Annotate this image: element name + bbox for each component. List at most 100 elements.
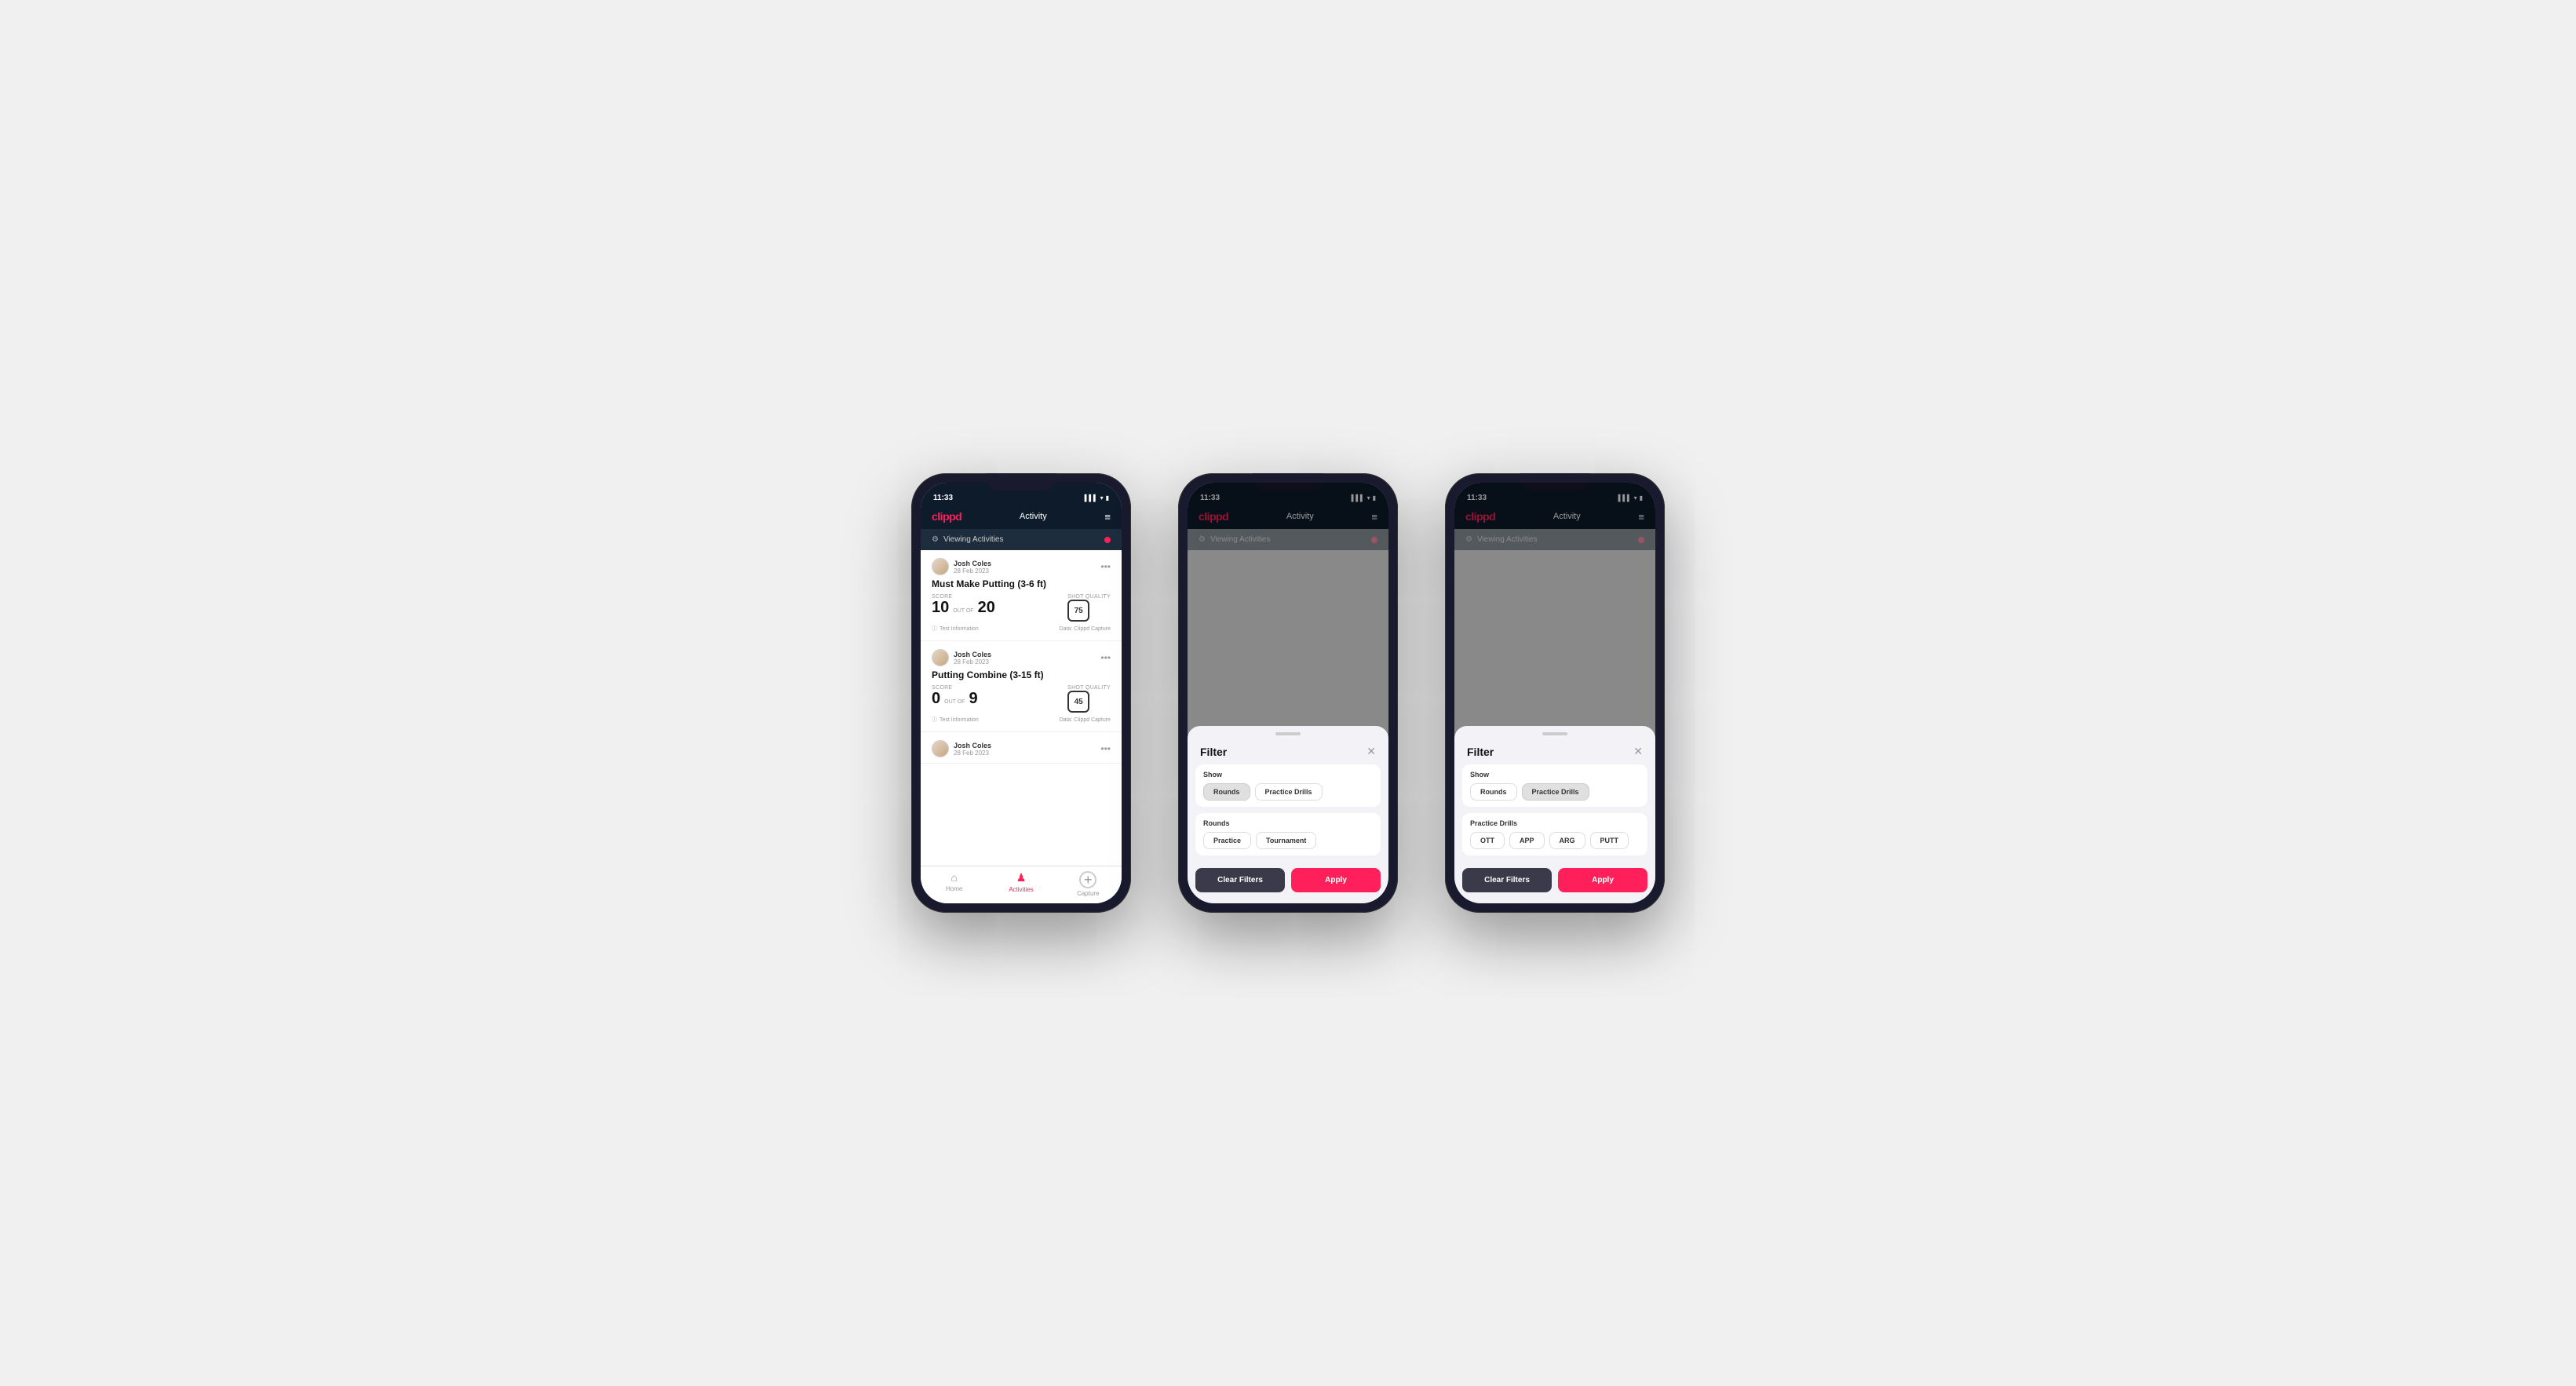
apply-btn-2[interactable]: Apply [1291, 868, 1381, 892]
filter-header-2: Filter ✕ [1188, 742, 1388, 764]
user-name-1: Josh Coles [954, 560, 991, 567]
clear-filters-btn-3[interactable]: Clear Filters [1462, 868, 1552, 892]
ott-btn-3[interactable]: OTT [1470, 832, 1505, 849]
more-btn-2[interactable]: ••• [1100, 652, 1111, 663]
filter-title-2: Filter [1200, 746, 1227, 758]
activity-footer-2: ⓘ Test Information Data: Clippd Capture [932, 716, 1111, 724]
tournament-btn-2[interactable]: Tournament [1256, 832, 1316, 849]
filter-sheet-2: Filter ✕ Show Rounds Practice Drills Rou… [1188, 726, 1388, 903]
score-value-1: 10 [932, 600, 949, 615]
notch [986, 473, 1056, 491]
home-label-1: Home [946, 885, 962, 892]
activity-info-1: ⓘ Test Information [932, 625, 979, 633]
filter-close-3[interactable]: ✕ [1633, 745, 1643, 758]
practice-drills-btn-3[interactable]: Practice Drills [1522, 783, 1589, 801]
activity-item-2[interactable]: Josh Coles 28 Feb 2023 ••• Putting Combi… [921, 641, 1122, 732]
activity-title-1: Must Make Putting (3-6 ft) [932, 578, 1111, 589]
shot-quality-label-1: Shot Quality [1067, 594, 1111, 600]
avatar-3 [932, 740, 949, 757]
app-header-1: clippd Activity ≡ [921, 505, 1122, 529]
filter-rounds-section-2: Rounds Practice Tournament [1195, 813, 1381, 855]
activity-stats-2: Score 0 OUT OF 9 Shot Quality 45 [932, 685, 1111, 713]
out-of-2: OUT OF [944, 699, 965, 705]
shot-quality-badge-1: 75 [1067, 600, 1089, 622]
activity-footer-1: ⓘ Test Information Data: Clippd Capture [932, 625, 1111, 633]
clear-filters-btn-2[interactable]: Clear Filters [1195, 868, 1285, 892]
menu-icon-1[interactable]: ≡ [1104, 511, 1111, 523]
viewing-settings-icon-1: ⚙ [932, 535, 939, 544]
more-btn-1[interactable]: ••• [1100, 561, 1111, 572]
viewing-bar-1[interactable]: ⚙ Viewing Activities [921, 529, 1122, 550]
phone-2: 11:33 ▌▌▌ ▾ ▮ clippd Activity ≡ ⚙ Viewin… [1178, 473, 1398, 913]
bottom-nav-1: ⌂ Home ♟ Activities + Capture [921, 866, 1122, 903]
phone-1-screen: 11:33 ▌▌▌ ▾ ▮ clippd Activity ≡ ⚙ Viewin… [921, 483, 1122, 903]
activities-icon-1: ♟ [1016, 871, 1027, 884]
phone-2-screen: 11:33 ▌▌▌ ▾ ▮ clippd Activity ≡ ⚙ Viewin… [1188, 483, 1388, 903]
nav-capture-1[interactable]: + Capture [1055, 866, 1122, 903]
activity-data-1: Data: Clippd Capture [1060, 626, 1111, 632]
show-label-3: Show [1470, 771, 1640, 779]
score-value-2: 0 [932, 691, 940, 706]
avatar-2 [932, 649, 949, 666]
activity-item-1[interactable]: Josh Coles 28 Feb 2023 ••• Must Make Put… [921, 550, 1122, 641]
activity-data-2: Data: Clippd Capture [1060, 717, 1111, 723]
rounds-btn-3[interactable]: Rounds [1470, 783, 1517, 801]
activity-user-3: Josh Coles 28 Feb 2023 [932, 740, 991, 757]
filter-sheet-3: Filter ✕ Show Rounds Practice Drills Pra… [1454, 726, 1655, 903]
filter-header-3: Filter ✕ [1454, 742, 1655, 764]
activity-list-1: Josh Coles 28 Feb 2023 ••• Must Make Put… [921, 550, 1122, 866]
filter-handle-2 [1275, 732, 1301, 735]
wifi-icon-1: ▾ [1100, 494, 1104, 502]
filter-actions-2: Clear Filters Apply [1188, 862, 1388, 903]
activity-user-1: Josh Coles 28 Feb 2023 [932, 558, 991, 575]
activity-item-3[interactable]: Josh Coles 28 Feb 2023 ••• [921, 732, 1122, 764]
activity-stats-1: Score 10 OUT OF 20 Shot Quality 75 [932, 594, 1111, 622]
filter-handle-3 [1542, 732, 1567, 735]
activities-label-1: Activities [1009, 886, 1034, 893]
phone-3: 11:33 ▌▌▌ ▾ ▮ clippd Activity ≡ ⚙ Viewin… [1445, 473, 1665, 913]
shot-quality-label-2: Shot Quality [1067, 685, 1111, 691]
show-label-2: Show [1203, 771, 1373, 779]
activity-title-2: Putting Combine (3-15 ft) [932, 669, 1111, 680]
filter-show-section-3: Show Rounds Practice Drills [1462, 764, 1647, 807]
drills-buttons-3: OTT APP ARG PUTT [1470, 832, 1640, 849]
activity-info-2: ⓘ Test Information [932, 716, 979, 724]
filter-overlay-2: Filter ✕ Show Rounds Practice Drills Rou… [1188, 483, 1388, 903]
header-title-1: Activity [1020, 512, 1047, 521]
practice-round-btn-2[interactable]: Practice [1203, 832, 1251, 849]
viewing-bar-text-1: Viewing Activities [943, 535, 1004, 544]
apply-btn-3[interactable]: Apply [1558, 868, 1647, 892]
practice-drills-btn-2[interactable]: Practice Drills [1255, 783, 1323, 801]
show-buttons-2: Rounds Practice Drills [1203, 783, 1373, 801]
status-time-1: 11:33 [933, 494, 953, 502]
filter-close-2[interactable]: ✕ [1366, 745, 1376, 758]
user-date-1: 28 Feb 2023 [954, 567, 991, 574]
clippd-logo-1: clippd [932, 510, 961, 523]
avatar-1 [932, 558, 949, 575]
viewing-bar-dot-1 [1104, 537, 1111, 543]
nav-home-1[interactable]: ⌂ Home [921, 866, 987, 903]
user-date-3: 28 Feb 2023 [954, 750, 991, 757]
shot-quality-badge-2: 45 [1067, 691, 1089, 713]
capture-icon-1: + [1079, 871, 1096, 888]
user-date-2: 28 Feb 2023 [954, 658, 991, 666]
battery-icon-1: ▮ [1106, 494, 1109, 502]
drills-section-label-3: Practice Drills [1470, 819, 1640, 827]
filter-overlay-3: Filter ✕ Show Rounds Practice Drills Pra… [1454, 483, 1655, 903]
capture-label-1: Capture [1077, 890, 1099, 897]
putt-btn-3[interactable]: PUTT [1590, 832, 1629, 849]
phone-3-screen: 11:33 ▌▌▌ ▾ ▮ clippd Activity ≡ ⚙ Viewin… [1454, 483, 1655, 903]
more-btn-3[interactable]: ••• [1100, 743, 1111, 754]
user-name-3: Josh Coles [954, 742, 991, 750]
phones-container: 11:33 ▌▌▌ ▾ ▮ clippd Activity ≡ ⚙ Viewin… [911, 473, 1665, 913]
home-icon-1: ⌂ [950, 871, 957, 884]
rounds-buttons-2: Practice Tournament [1203, 832, 1373, 849]
rounds-btn-2[interactable]: Rounds [1203, 783, 1250, 801]
arg-btn-3[interactable]: ARG [1549, 832, 1585, 849]
signal-icon-1: ▌▌▌ [1085, 494, 1098, 502]
out-of-1: OUT OF [953, 608, 973, 614]
nav-activities-1[interactable]: ♟ Activities [987, 866, 1054, 903]
app-btn-3[interactable]: APP [1509, 832, 1545, 849]
activity-user-2: Josh Coles 28 Feb 2023 [932, 649, 991, 666]
filter-show-section-2: Show Rounds Practice Drills [1195, 764, 1381, 807]
